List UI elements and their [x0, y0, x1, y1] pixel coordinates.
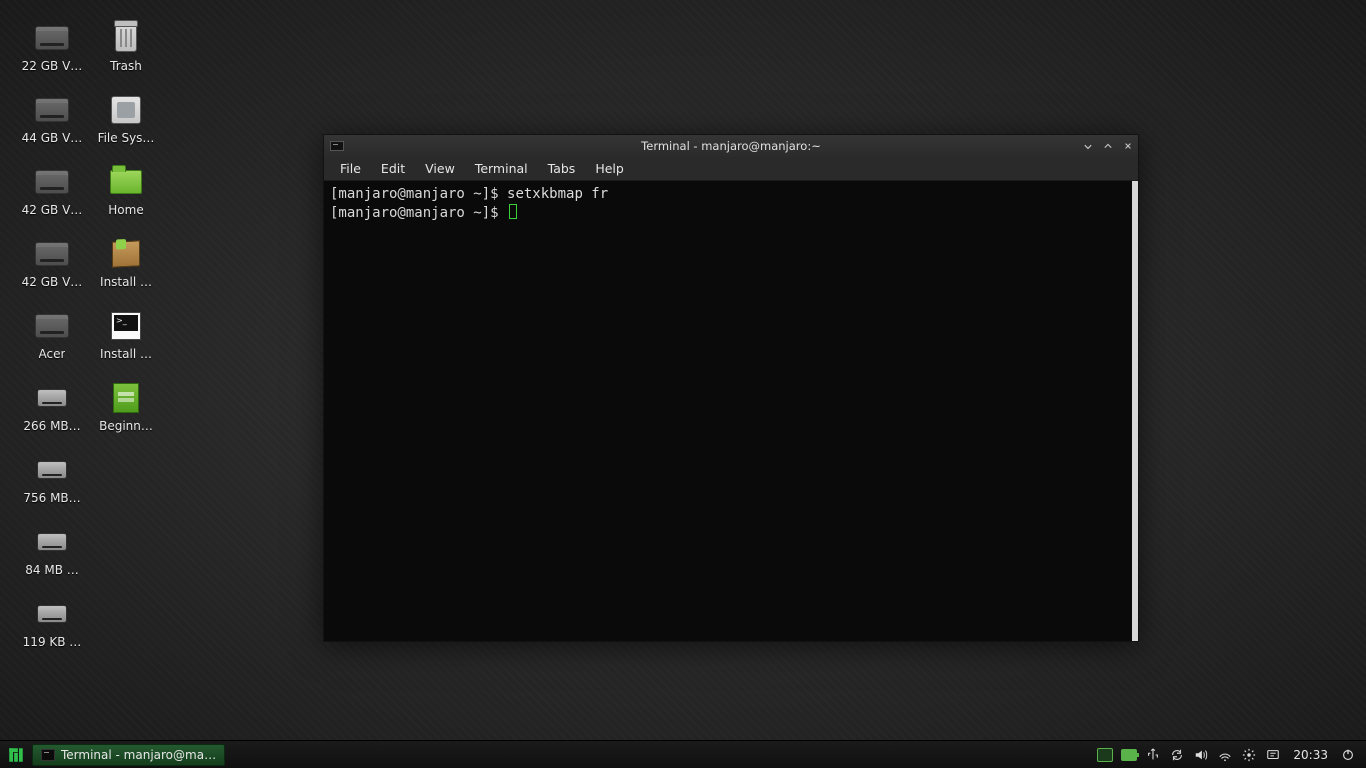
drive-icon: [34, 236, 70, 272]
desktop-icon[interactable]: 119 KB …: [16, 596, 88, 649]
trash-icon: [108, 20, 144, 56]
desktop-icon-label: File Sys…: [98, 131, 155, 145]
desktop-icon-label: 44 GB V…: [22, 131, 83, 145]
termfile-icon: [108, 308, 144, 344]
volume-icon[interactable]: [1193, 747, 1209, 763]
clock[interactable]: 20:33: [1289, 748, 1332, 762]
settings-icon[interactable]: [1241, 747, 1257, 763]
window-titlebar[interactable]: Terminal - manjaro@manjaro:~: [324, 135, 1138, 157]
menu-file[interactable]: File: [330, 158, 371, 179]
desktop-icon-label: 266 MB…: [23, 419, 80, 433]
folder-icon: [108, 164, 144, 200]
desktop-icon[interactable]: 42 GB V…: [16, 236, 88, 289]
gdoc-icon: [108, 380, 144, 416]
window-title: Terminal - manjaro@manjaro:~: [324, 139, 1138, 153]
maximize-button[interactable]: [1104, 142, 1112, 150]
desktop-icon-label: 119 KB …: [23, 635, 82, 649]
terminal-window: Terminal - manjaro@manjaro:~ FileEditVie…: [323, 134, 1139, 642]
desktop-icon[interactable]: Beginn…: [90, 380, 162, 433]
desktop-icon[interactable]: 84 MB …: [16, 524, 88, 577]
notifications-icon[interactable]: [1265, 747, 1281, 763]
menu-tabs[interactable]: Tabs: [538, 158, 586, 179]
menu-terminal[interactable]: Terminal: [465, 158, 538, 179]
box-icon: [108, 236, 144, 272]
drive-icon: [34, 164, 70, 200]
desktop-icon[interactable]: 42 GB V…: [16, 164, 88, 217]
menu-edit[interactable]: Edit: [371, 158, 415, 179]
minimize-button[interactable]: [1084, 142, 1092, 150]
desktop-icon-label: Acer: [39, 347, 66, 361]
battery-icon[interactable]: [1121, 747, 1137, 763]
desktop-icon[interactable]: Trash: [90, 20, 162, 73]
desktop-icon-label: 22 GB V…: [22, 59, 83, 73]
desktop-icon-label: 42 GB V…: [22, 203, 83, 217]
taskbar-item-label: Terminal - manjaro@ma…: [61, 748, 216, 762]
drive-small-icon: [34, 452, 70, 488]
taskbar-item-terminal[interactable]: Terminal - manjaro@ma…: [32, 744, 225, 766]
desktop-icon-label: 42 GB V…: [22, 275, 83, 289]
drive-small-icon: [34, 596, 70, 632]
terminal-icon: [41, 749, 55, 761]
drive-icon: [34, 308, 70, 344]
terminal-line: [manjaro@manjaro ~]$: [330, 204, 1126, 223]
drive-small-icon: [34, 524, 70, 560]
desktop-icon[interactable]: Acer: [16, 308, 88, 361]
desktop-icon[interactable]: Install …: [90, 236, 162, 289]
menu-help[interactable]: Help: [585, 158, 634, 179]
terminal-line: [manjaro@manjaro ~]$ setxkbmap fr: [330, 185, 1126, 204]
desktop-icon-label: Home: [108, 203, 143, 217]
desktop-icon[interactable]: 266 MB…: [16, 380, 88, 433]
desktop-icon-label: Beginn…: [99, 419, 153, 433]
desktop-icon-label: Install …: [100, 347, 152, 361]
system-tray: 20:33: [1091, 747, 1362, 763]
panel: Terminal - manjaro@ma… 20:33: [0, 740, 1366, 768]
drive-icon: [34, 92, 70, 128]
close-button[interactable]: [1124, 142, 1132, 150]
terminal-menubar: FileEditViewTerminalTabsHelp: [324, 157, 1138, 181]
desktop-icon-label: Install …: [100, 275, 152, 289]
desktop-icon[interactable]: 22 GB V…: [16, 20, 88, 73]
desktop-icon[interactable]: 44 GB V…: [16, 92, 88, 145]
desktop-icon[interactable]: File Sys…: [90, 92, 162, 145]
desktop-icon[interactable]: Home: [90, 164, 162, 217]
terminal-icon: [330, 141, 344, 151]
desktop-icon-label: 84 MB …: [25, 563, 78, 577]
desktop-icon[interactable]: 756 MB…: [16, 452, 88, 505]
desktop-icon-label: 756 MB…: [23, 491, 80, 505]
fs-icon: [108, 92, 144, 128]
start-menu-button[interactable]: [4, 744, 28, 766]
power-icon[interactable]: [1340, 747, 1356, 763]
drive-small-icon: [34, 380, 70, 416]
usb-icon[interactable]: [1145, 747, 1161, 763]
network-icon[interactable]: [1217, 747, 1233, 763]
desktop-icon[interactable]: Install …: [90, 308, 162, 361]
menu-view[interactable]: View: [415, 158, 465, 179]
updates-icon[interactable]: [1169, 747, 1185, 763]
desktop-icon-label: Trash: [110, 59, 142, 73]
display-indicator-icon[interactable]: [1097, 747, 1113, 763]
terminal-cursor: [509, 204, 517, 219]
terminal-body[interactable]: [manjaro@manjaro ~]$ setxkbmap fr[manjar…: [324, 181, 1138, 641]
drive-icon: [34, 20, 70, 56]
